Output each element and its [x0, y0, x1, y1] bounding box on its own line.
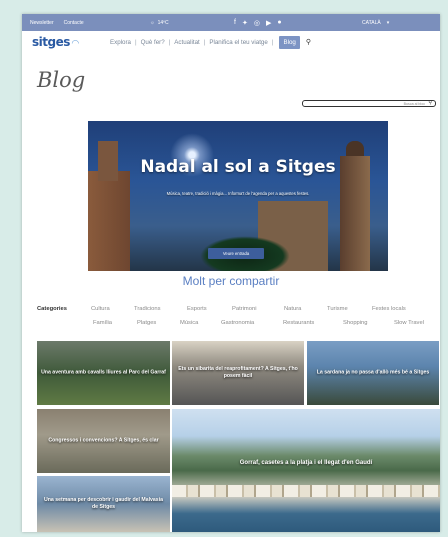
category-festes-locals[interactable]: Festes locals [372, 306, 406, 312]
category-restaurants[interactable]: Restaurants [283, 320, 314, 326]
divider: | [271, 38, 274, 46]
language-label: CATALÀ [362, 19, 381, 26]
category-cultura[interactable]: Cultura [91, 306, 110, 312]
post-title: La sardana ja no passa d'allò més bé a S… [316, 369, 430, 376]
search-icon[interactable]: ⚲ [306, 38, 311, 46]
post-card[interactable]: Ets un sibarita del reaprofitament? A Si… [172, 341, 304, 405]
post-image-houses [172, 485, 440, 498]
logo[interactable]: sitges ◠ [32, 35, 79, 49]
newsletter-link[interactable]: Newsletter [30, 20, 54, 26]
category-esports[interactable]: Esports [187, 306, 207, 312]
category-slow-travel[interactable]: Slow Travel [394, 320, 424, 326]
instagram-icon[interactable]: ◎ [254, 19, 260, 27]
nav-item-explora[interactable]: Explora [110, 39, 131, 46]
nav-item-actualitat[interactable]: Actualitat [174, 39, 199, 46]
nav-item-blog[interactable]: Blog [279, 35, 300, 49]
post-card[interactable]: Congressos i convencions? A Sitges, és c… [37, 409, 170, 473]
blog-search-input[interactable]: Busca al bloc ⚲ [302, 100, 436, 107]
category-tradicions[interactable]: Tradicions [134, 306, 161, 312]
flickr-icon[interactable]: ● [277, 19, 281, 27]
hero-subtitle: Música, teatre, tradició i màgia... Info… [166, 191, 310, 196]
category-familia[interactable]: Família [93, 320, 112, 326]
category-turisme[interactable]: Turisme [327, 306, 348, 312]
post-card[interactable]: Una setmana per descobrir i gaudir del M… [37, 476, 170, 532]
post-title: Gorraf, casetes a la platja i el llegat … [239, 460, 373, 467]
page: Newsletter Contacte ☼ 14ºC f ✦ ◎ ▶ ● CAT… [22, 14, 440, 532]
category-natura[interactable]: Natura [284, 306, 301, 312]
top-bar: Newsletter Contacte ☼ 14ºC f ✦ ◎ ▶ ● CAT… [22, 14, 440, 31]
sun-icon: ☼ [150, 19, 155, 26]
categories-label: Categories [37, 306, 67, 312]
post-title: Una setmana per descobrir i gaudir del M… [43, 496, 164, 510]
nav-item-que-fer[interactable]: Què fer? [141, 39, 165, 46]
category-platges[interactable]: Platges [137, 320, 156, 326]
category-shopping[interactable]: Shopping [343, 320, 368, 326]
page-title: Blog [37, 68, 86, 92]
category-gastronomia[interactable]: Gastronomia [221, 320, 254, 326]
youtube-icon[interactable]: ▶ [266, 19, 271, 27]
search-placeholder: Busca al bloc [403, 101, 425, 106]
facebook-icon[interactable]: f [234, 19, 236, 27]
contact-link[interactable]: Contacte [64, 20, 84, 26]
temperature: 14ºC [157, 19, 169, 26]
divider: | [203, 38, 206, 46]
nav-menu: Explora | Què fer? | Actualitat | Planif… [110, 35, 311, 49]
post-title: Congressos i convencions? A Sitges, és c… [48, 437, 159, 444]
category-musica[interactable]: Música [180, 320, 198, 326]
post-card[interactable]: Gorraf, casetes a la platja i el llegat … [172, 409, 440, 532]
logo-mark-icon: ◠ [71, 39, 79, 49]
post-title: Ets un sibarita del reaprofitament? A Si… [178, 365, 298, 379]
hero-title: Nadal al sol a Sitges [140, 157, 336, 177]
social-links: f ✦ ◎ ▶ ● [234, 19, 282, 27]
main-nav: sitges ◠ Explora | Què fer? | Actualitat … [22, 31, 440, 53]
post-title: Una aventura amb cavalls lliures al Parc… [41, 369, 166, 376]
section-title: Molt per compartir [182, 274, 280, 288]
divider: | [168, 38, 171, 46]
weather-widget: ☼ 14ºC [150, 20, 169, 26]
chevron-down-icon: ▾ [386, 19, 390, 26]
post-card[interactable]: Una aventura amb cavalls lliures al Parc… [37, 341, 170, 405]
twitter-icon[interactable]: ✦ [242, 19, 248, 27]
post-card[interactable]: La sardana ja no passa d'allò més bé a S… [307, 341, 439, 405]
nav-item-planifica[interactable]: Planifica el teu viatge [209, 39, 267, 46]
language-selector[interactable]: CATALÀ ▾ [362, 20, 389, 26]
hero-banner[interactable]: Nadal al sol a Sitges Música, teatre, tr… [88, 121, 388, 271]
divider: | [134, 38, 137, 46]
hero-image-building [88, 171, 130, 271]
search-icon: ⚲ [428, 100, 432, 106]
category-patrimoni[interactable]: Patrimoni [232, 306, 256, 312]
hero-read-button[interactable]: Veure entrada [208, 248, 264, 259]
